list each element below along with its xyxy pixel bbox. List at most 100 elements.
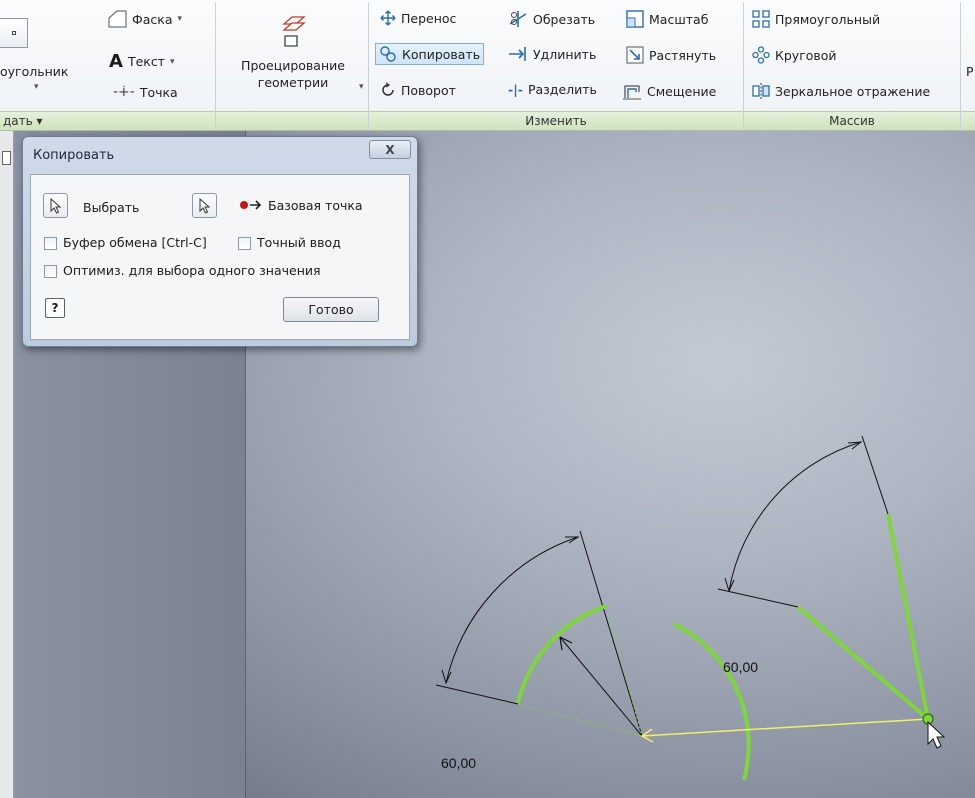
radius-dimension-line[interactable] [559, 636, 643, 737]
mirror-button[interactable]: Зеркальное отражение [752, 82, 930, 100]
rotate-button[interactable]: Поворот [380, 82, 456, 98]
circular-pattern-button[interactable]: Круговой [752, 46, 837, 64]
move-icon [380, 10, 396, 26]
scale-button[interactable]: Масштаб [626, 10, 708, 28]
point-button[interactable]: -∔- Точка [113, 84, 178, 100]
construction-line [517, 703, 643, 737]
stretch-label: Растянуть [649, 47, 717, 63]
mirror-icon [752, 83, 770, 99]
rectangle-button[interactable]: оугольник [0, 64, 68, 79]
help-button[interactable]: ? [45, 298, 65, 318]
base-point-select-button[interactable] [192, 193, 217, 218]
done-button[interactable]: Готово [283, 297, 379, 322]
optimize-label: Оптимиз. для выбора одного значения [63, 263, 321, 278]
precise-input-label: Точный ввод [257, 235, 341, 250]
dimension-arc[interactable] [728, 441, 862, 592]
rectangle-dropdown-icon[interactable]: ▾ [34, 82, 39, 92]
move-button[interactable]: Перенос [380, 10, 456, 26]
text-button[interactable]: A Текст ▾ [109, 51, 175, 72]
mirror-label: Зеркальное отражение [775, 83, 931, 99]
pattern-panel-footer: Массив [744, 111, 960, 131]
optimize-checkbox[interactable] [44, 265, 57, 278]
sketch-line[interactable] [579, 530, 643, 737]
dimension-arc[interactable] [445, 536, 579, 684]
selected-arc[interactable] [516, 604, 607, 704]
sketch-line[interactable] [435, 684, 519, 705]
sketch-line[interactable] [717, 588, 799, 608]
selected-arc[interactable] [673, 622, 751, 781]
project-geometry-dropdown-icon[interactable]: ▾ [359, 82, 364, 92]
select-label: Выбрать [83, 200, 140, 215]
extend-icon [509, 47, 526, 61]
close-button[interactable]: X [369, 140, 411, 159]
project-geometry-label-1: Проецирование [241, 58, 345, 73]
select-cursor-icon [50, 197, 61, 214]
precise-input-checkbox[interactable] [238, 237, 251, 250]
rectangle-icon [11, 31, 16, 35]
clipboard-label: Буфер обмена [Ctrl-C] [63, 235, 207, 250]
clipboard-checkbox[interactable] [44, 237, 57, 250]
help-icon: ? [51, 301, 59, 315]
pattern-panel-label: Массив [829, 114, 875, 128]
rotate-icon [382, 82, 394, 96]
rectangle-label: оугольник [0, 64, 69, 79]
chamfer-dropdown-icon: ▾ [177, 14, 183, 24]
scale-icon [626, 10, 644, 28]
base-point-icon [240, 200, 262, 210]
trim-label: Обрезать [533, 11, 596, 27]
extend-label: Удлинить [533, 46, 597, 62]
project-geometry-label-2: геометрии [257, 75, 329, 90]
point-icon: -∔- [113, 84, 135, 100]
base-point-label: Базовая точка [268, 198, 363, 213]
select-button[interactable] [43, 193, 68, 218]
copy-rubber-band [641, 718, 929, 737]
draw-panel-label: дать ▾ [3, 114, 43, 128]
point-label: Точка [139, 84, 178, 100]
split-icon: -|- [508, 82, 523, 97]
rectangular-pattern-label: Прямоугольный [775, 11, 881, 27]
angle-dimension-text[interactable]: 60,00 [441, 755, 476, 771]
modify-panel-label: Изменить [525, 114, 587, 128]
trim-icon [509, 11, 527, 27]
stretch-icon [626, 46, 644, 64]
rotate-label: Поворот [401, 82, 456, 98]
mouse-cursor-icon [927, 720, 946, 749]
extend-button[interactable]: Удлинить [508, 46, 596, 62]
close-icon: X [385, 142, 395, 157]
copy-icon [380, 46, 396, 62]
project-panel-footer [216, 111, 368, 131]
modify-panel-footer: Изменить [369, 111, 743, 131]
circular-pattern-icon [752, 46, 770, 64]
copy-label: Копировать [402, 46, 481, 62]
draw-panel-footer[interactable]: дать ▾ [0, 111, 215, 131]
model-browser[interactable] [0, 131, 14, 798]
text-dropdown-icon: ▾ [169, 56, 175, 67]
chamfer-button[interactable]: Фаска ▾ [107, 10, 182, 28]
circular-pattern-label: Круговой [775, 47, 837, 63]
chamfer-icon [108, 10, 127, 28]
trim-button[interactable]: Обрезать [508, 10, 595, 28]
angle-dimension-text[interactable]: 60,00 [723, 659, 758, 675]
dimension-arrow [724, 577, 735, 593]
next-panel-footer [961, 111, 975, 131]
split-button[interactable]: -|- Разделить [508, 82, 597, 97]
next-panel-label: Р [966, 64, 974, 79]
project-geometry-button[interactable]: Проецирование геометрии [228, 14, 358, 90]
browser-node-icon[interactable] [2, 151, 11, 165]
copy-button[interactable]: Копировать [375, 43, 485, 65]
offset-button[interactable]: Смещение [622, 82, 716, 100]
split-label: Разделить [527, 82, 597, 97]
scale-label: Масштаб [649, 11, 709, 27]
dimension-arrow [565, 536, 580, 544]
rectangular-pattern-button[interactable]: Прямоугольный [752, 10, 880, 28]
rectangle-small-button[interactable] [0, 18, 28, 48]
text-label: Текст [127, 54, 165, 69]
dialog-body: Выбрать Базовая точка Буфер обмена [Ctrl… [30, 174, 410, 340]
sketch-line[interactable] [861, 435, 889, 515]
ribbon: оугольник ▾ Фаска ▾ A Текст ▾ -∔- Точка … [0, 0, 975, 131]
stretch-button[interactable]: Растянуть [626, 46, 716, 64]
dialog-title: Копировать [33, 148, 115, 163]
move-label: Перенос [401, 10, 457, 26]
chamfer-label: Фаска [132, 11, 173, 27]
copy-dialog: Копировать X Выбрать Базовая точка Буфер… [22, 136, 418, 347]
